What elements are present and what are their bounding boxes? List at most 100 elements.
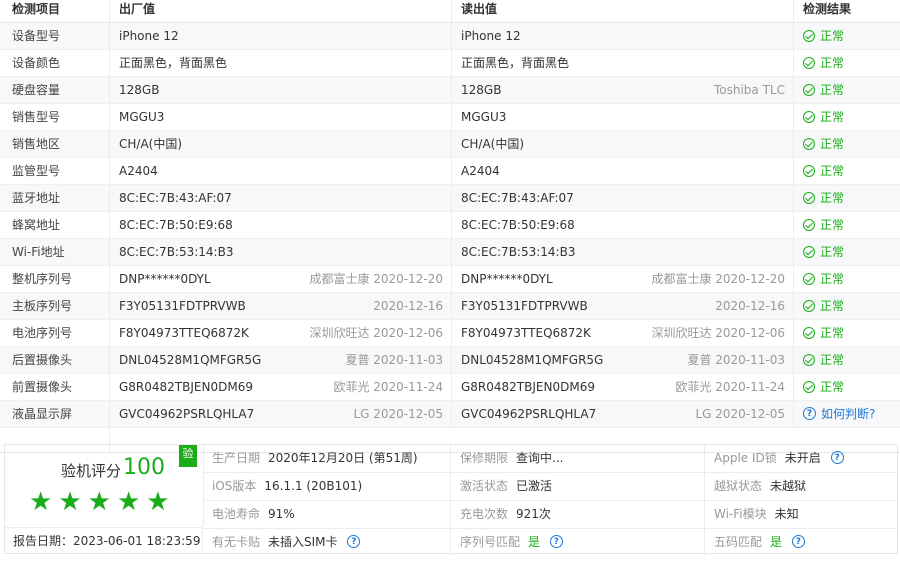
table-row: 蜂窝地址 8C:EC:7B:50:E9:68 8C:EC:7B:50:E9:68 正常 (0, 212, 900, 239)
item-name: 整机序列号 (0, 266, 110, 292)
info-label: 序列号匹配 (460, 535, 521, 549)
read-value: 8C:EC:7B:43:AF:07 (461, 191, 574, 205)
star-icon: ★ (146, 487, 170, 517)
factory-value: iPhone 12 (119, 29, 179, 43)
item-name: 设备型号 (0, 23, 110, 49)
info-row: 有无卡贴 未插入SIM卡 ? 序列号匹配是 ? 五码匹配是 ? (203, 529, 897, 556)
info-value: 2020年12月20日 (第51周) (268, 451, 418, 465)
item-name: 前置摄像头 (0, 374, 110, 400)
question-circle-icon[interactable]: ? (830, 451, 844, 464)
table-header: 检测项目 出厂值 读出值 检测结果 (0, 0, 900, 23)
info-row: 生产日期 2020年12月20日 (第51周) 保修期限 查询中... Apple ID… (203, 445, 897, 473)
check-circle-icon (803, 326, 815, 339)
question-circle-icon[interactable]: ? (347, 535, 361, 548)
info-value: 是 (770, 535, 783, 549)
factory-cell: G8R0482TBJEN0DM69 欧菲光 2020-11-24 (110, 374, 452, 400)
result-text: 正常 (820, 272, 845, 286)
table-row: 硬盘容量 128GB 128GB Toshiba TLC 正常 (0, 77, 900, 104)
table-row: 主板序列号 F3Y05131FDTPRVWB 2020-12-16 F3Y05131F… (0, 293, 900, 320)
result-text: 正常 (820, 380, 845, 394)
score-box: 验机评分 100 验 ★ ★ ★ ★ ★ (5, 445, 204, 527)
result-text: 正常 (820, 299, 845, 313)
result-cell[interactable]: ? 如何判断? (794, 401, 900, 427)
factory-cell: iPhone 12 (110, 23, 452, 49)
factory-cell: 8C:EC:7B:43:AF:07 (110, 185, 452, 211)
result-cell: 正常 (794, 23, 900, 49)
read-cell: CH/A(中国) (452, 131, 794, 157)
factory-value: GVC04962PSRLQHLA7 (119, 407, 255, 421)
read-cell: MGGU3 (452, 104, 794, 130)
read-value: 8C:EC:7B:53:14:B3 (461, 245, 576, 259)
factory-cell: DNP******0DYL 成都富士康 2020-12-20 (110, 266, 452, 292)
question-circle-icon[interactable]: ? (791, 535, 805, 548)
result-text: 正常 (820, 218, 845, 232)
read-value: 正面黑色，背面黑色 (461, 56, 570, 70)
info-cell: 保修期限 查询中... (451, 445, 705, 472)
table-row: 销售地区 CH/A(中国) CH/A(中国) 正常 (0, 131, 900, 158)
factory-value: 8C:EC:7B:50:E9:68 (119, 218, 233, 232)
check-circle-icon (803, 191, 815, 204)
table-row: 蓝牙地址 8C:EC:7B:43:AF:07 8C:EC:7B:43:AF:07 正常 (0, 185, 900, 212)
result-cell: 正常 (794, 320, 900, 346)
result-cell: 正常 (794, 185, 900, 211)
result-cell: 正常 (794, 239, 900, 265)
result-text: 正常 (820, 326, 845, 340)
info-cell: 五码匹配是 ? (705, 529, 897, 556)
result-text: 正常 (820, 56, 845, 70)
item-name: 电池序列号 (0, 320, 110, 346)
info-cell: 充电次数 921次 (451, 501, 705, 528)
factory-cell: F3Y05131FDTPRVWB 2020-12-16 (110, 293, 452, 319)
read-cell: DNL04528M1QMFGR5G 夏普 2020-11-03 (452, 347, 794, 373)
read-value: DNL04528M1QMFGR5G (461, 353, 604, 367)
read-value: GVC04962PSRLQHLA7 (461, 407, 597, 421)
info-cell: 激活状态 已激活 (451, 473, 705, 500)
item-name: 蜂窝地址 (0, 212, 110, 238)
read-value: iPhone 12 (461, 29, 521, 43)
read-value: CH/A(中国) (461, 137, 525, 151)
item-name: Wi-Fi地址 (0, 239, 110, 265)
result-text[interactable]: 如何判断? (821, 407, 875, 421)
factory-meta: 夏普 2020-11-03 (345, 353, 443, 367)
factory-value: 8C:EC:7B:43:AF:07 (119, 191, 232, 205)
item-name: 销售型号 (0, 104, 110, 130)
check-circle-icon (803, 164, 815, 177)
check-circle-icon (803, 137, 815, 150)
report-date: 报告日期：2023-06-01 18:23:59 (5, 527, 203, 554)
check-circle-icon (803, 353, 815, 366)
read-meta: 夏普 2020-11-03 (687, 353, 785, 367)
info-label: Wi-Fi模块 (714, 507, 767, 521)
factory-meta: 深圳欣旺达 2020-12-06 (309, 326, 443, 340)
factory-value: MGGU3 (119, 110, 165, 124)
info-label: 有无卡贴 (212, 535, 261, 549)
table-row: 液晶显示屏 GVC04962PSRLQHLA7 LG 2020-12-05 GVC04… (0, 401, 900, 428)
info-value: 未知 (774, 507, 799, 521)
factory-value: 128GB (119, 83, 160, 97)
result-cell: 正常 (794, 212, 900, 238)
table-row: 设备型号 iPhone 12 iPhone 12 正常 (0, 23, 900, 50)
read-cell: A2404 (452, 158, 794, 184)
info-label: 电池寿命 (212, 507, 261, 521)
read-cell: DNP******0DYL 成都富士康 2020-12-20 (452, 266, 794, 292)
read-meta: 成都富士康 2020-12-20 (651, 272, 785, 286)
question-circle-icon: ? (803, 407, 816, 420)
header-item: 检测项目 (0, 0, 110, 22)
factory-cell: A2404 (110, 158, 452, 184)
factory-cell: 8C:EC:7B:53:14:B3 (110, 239, 452, 265)
info-cell: 越狱状态 未越狱 (705, 473, 897, 500)
factory-cell: F8Y04973TTEQ6872K 深圳欣旺达 2020-12-06 (110, 320, 452, 346)
result-cell: 正常 (794, 77, 900, 103)
info-label: iOS版本 (212, 479, 257, 493)
info-cell: 序列号匹配是 ? (451, 529, 705, 556)
read-cell: 128GB Toshiba TLC (452, 77, 794, 103)
result-cell: 正常 (794, 266, 900, 292)
read-cell: G8R0482TBJEN0DM69 欧菲光 2020-11-24 (452, 374, 794, 400)
read-meta: 2020-12-16 (715, 299, 785, 313)
check-circle-icon (803, 29, 815, 42)
factory-cell: 128GB (110, 77, 452, 103)
factory-value: 8C:EC:7B:53:14:B3 (119, 245, 234, 259)
factory-cell: CH/A(中国) (110, 131, 452, 157)
item-name: 硬盘容量 (0, 77, 110, 103)
result-text: 正常 (820, 110, 845, 124)
factory-cell: 8C:EC:7B:50:E9:68 (110, 212, 452, 238)
question-circle-icon[interactable]: ? (549, 535, 563, 548)
